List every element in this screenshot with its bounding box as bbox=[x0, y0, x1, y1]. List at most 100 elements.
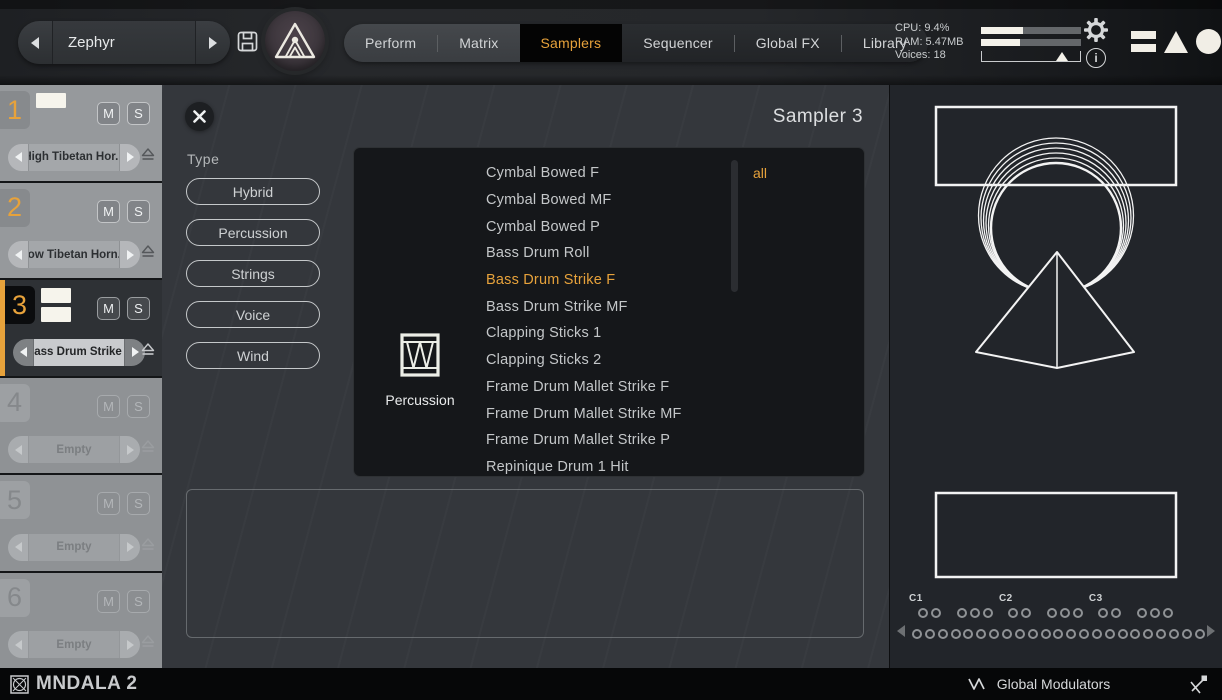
prev-sample-button[interactable] bbox=[8, 534, 28, 561]
white-key-dot[interactable] bbox=[1041, 629, 1051, 639]
black-key-dot[interactable] bbox=[1008, 608, 1018, 618]
white-key-dot[interactable] bbox=[1195, 629, 1205, 639]
white-key-dot[interactable] bbox=[1015, 629, 1025, 639]
range-slider[interactable] bbox=[981, 51, 1081, 62]
preset-name-field[interactable]: Zephyr bbox=[52, 21, 196, 64]
tab-perform[interactable]: Perform bbox=[344, 24, 437, 62]
keyboard-scroll-left-button[interactable] bbox=[897, 625, 905, 637]
black-key-dot[interactable] bbox=[931, 608, 941, 618]
black-key-dot[interactable] bbox=[1111, 608, 1121, 618]
white-key-dot[interactable] bbox=[1182, 629, 1192, 639]
black-key-dot[interactable] bbox=[1073, 608, 1083, 618]
type-filter-voice[interactable]: Voice bbox=[186, 301, 320, 328]
sampler-slot-5[interactable]: 5MSEmpty bbox=[0, 475, 162, 571]
sample-list-item[interactable]: Bass Drum Roll bbox=[486, 240, 714, 267]
eject-button[interactable] bbox=[141, 245, 155, 263]
solo-button[interactable]: S bbox=[127, 590, 150, 613]
info-button[interactable]: i bbox=[1086, 48, 1106, 68]
white-key-dot[interactable] bbox=[938, 629, 948, 639]
eject-button[interactable] bbox=[141, 440, 155, 458]
next-sample-button[interactable] bbox=[120, 144, 140, 171]
solo-button[interactable]: S bbox=[127, 102, 150, 125]
next-sample-button[interactable] bbox=[120, 534, 140, 561]
sample-list-item[interactable]: Bass Drum Strike MF bbox=[486, 293, 714, 320]
slot-preset-name[interactable]: Empty bbox=[28, 534, 120, 561]
slot-preset-name[interactable]: High Tibetan Hor... bbox=[28, 144, 120, 171]
type-filter-wind[interactable]: Wind bbox=[186, 342, 320, 369]
close-button[interactable] bbox=[185, 102, 214, 131]
solo-button[interactable]: S bbox=[127, 492, 150, 515]
eject-button[interactable] bbox=[141, 148, 155, 166]
white-key-dot[interactable] bbox=[1156, 629, 1166, 639]
type-filter-strings[interactable]: Strings bbox=[186, 260, 320, 287]
sampler-slot-2[interactable]: 2MSLow Tibetan Horn... bbox=[0, 183, 162, 279]
black-key-dot[interactable] bbox=[1047, 608, 1057, 618]
modulation-routing-button[interactable] bbox=[1188, 673, 1210, 700]
eject-button[interactable] bbox=[141, 538, 155, 556]
sampler-slot-4[interactable]: 4MSEmpty bbox=[0, 378, 162, 474]
black-key-dot[interactable] bbox=[970, 608, 980, 618]
global-modulators-button[interactable]: Global Modulators bbox=[889, 668, 1189, 700]
slot-preset-name[interactable]: Low Tibetan Horn... bbox=[28, 241, 120, 268]
white-key-dot[interactable] bbox=[1079, 629, 1089, 639]
mute-button[interactable]: M bbox=[97, 395, 120, 418]
next-sample-button[interactable] bbox=[120, 631, 140, 658]
eject-button[interactable] bbox=[141, 635, 155, 653]
solo-button[interactable]: S bbox=[127, 395, 150, 418]
slot-preset-name[interactable]: Bass Drum Strike F bbox=[33, 339, 125, 366]
tab-samplers[interactable]: Samplers bbox=[520, 24, 623, 62]
tab-global-fx[interactable]: Global FX bbox=[735, 24, 841, 62]
sampler-slot-6[interactable]: 6MSEmpty bbox=[0, 573, 162, 669]
prev-sample-button[interactable] bbox=[8, 631, 28, 658]
solo-button[interactable]: S bbox=[127, 297, 150, 320]
black-key-dot[interactable] bbox=[1021, 608, 1031, 618]
mute-button[interactable]: M bbox=[97, 200, 120, 223]
white-key-dot[interactable] bbox=[1028, 629, 1038, 639]
sample-list-item[interactable]: Frame Drum Mallet Strike P bbox=[486, 427, 714, 454]
type-filter-hybrid[interactable]: Hybrid bbox=[186, 178, 320, 205]
black-key-dot[interactable] bbox=[957, 608, 967, 618]
white-key-dot[interactable] bbox=[1118, 629, 1128, 639]
mute-button[interactable]: M bbox=[97, 590, 120, 613]
sample-list-item[interactable]: Cymbal Bowed F bbox=[486, 160, 714, 187]
mute-button[interactable]: M bbox=[97, 492, 120, 515]
sample-list-item[interactable]: Repinique Drum 1 Hit bbox=[486, 454, 714, 477]
keyboard-scroll-right-button[interactable] bbox=[1207, 625, 1215, 637]
black-key-dot[interactable] bbox=[1163, 608, 1173, 618]
white-key-dot[interactable] bbox=[1053, 629, 1063, 639]
slot-preset-name[interactable]: Empty bbox=[28, 436, 120, 463]
black-key-dot[interactable] bbox=[983, 608, 993, 618]
prev-sample-button[interactable] bbox=[8, 144, 28, 171]
black-key-dot[interactable] bbox=[1150, 608, 1160, 618]
sampler-slot-1[interactable]: 1MSHigh Tibetan Hor... bbox=[0, 85, 162, 181]
sample-list-item[interactable]: Cymbal Bowed MF bbox=[486, 187, 714, 214]
white-key-dot[interactable] bbox=[989, 629, 999, 639]
settings-button[interactable] bbox=[1082, 16, 1110, 49]
sample-list-item[interactable]: Clapping Sticks 1 bbox=[486, 320, 714, 347]
next-preset-button[interactable] bbox=[196, 21, 230, 64]
prev-sample-button[interactable] bbox=[8, 436, 28, 463]
black-key-dot[interactable] bbox=[1098, 608, 1108, 618]
white-key-dot[interactable] bbox=[1002, 629, 1012, 639]
black-key-dot[interactable] bbox=[1060, 608, 1070, 618]
prev-sample-button[interactable] bbox=[8, 241, 28, 268]
white-key-dot[interactable] bbox=[1143, 629, 1153, 639]
white-key-dot[interactable] bbox=[963, 629, 973, 639]
white-key-dot[interactable] bbox=[912, 629, 922, 639]
mute-button[interactable]: M bbox=[97, 297, 120, 320]
mute-button[interactable]: M bbox=[97, 102, 120, 125]
white-key-dot[interactable] bbox=[976, 629, 986, 639]
sample-list-item[interactable]: Cymbal Bowed P bbox=[486, 213, 714, 240]
sample-list-item[interactable]: Bass Drum Strike F bbox=[486, 267, 714, 294]
save-preset-button[interactable] bbox=[237, 31, 258, 57]
white-key-dot[interactable] bbox=[1105, 629, 1115, 639]
sampler-slot-3[interactable]: 3MSBass Drum Strike F bbox=[0, 280, 162, 376]
slot-preset-name[interactable]: Empty bbox=[28, 631, 120, 658]
white-key-dot[interactable] bbox=[1130, 629, 1140, 639]
white-key-dot[interactable] bbox=[1066, 629, 1076, 639]
white-key-dot[interactable] bbox=[1092, 629, 1102, 639]
next-sample-button[interactable] bbox=[120, 436, 140, 463]
white-key-dot[interactable] bbox=[1169, 629, 1179, 639]
prev-sample-button[interactable] bbox=[13, 339, 33, 366]
previous-preset-button[interactable] bbox=[18, 21, 52, 64]
